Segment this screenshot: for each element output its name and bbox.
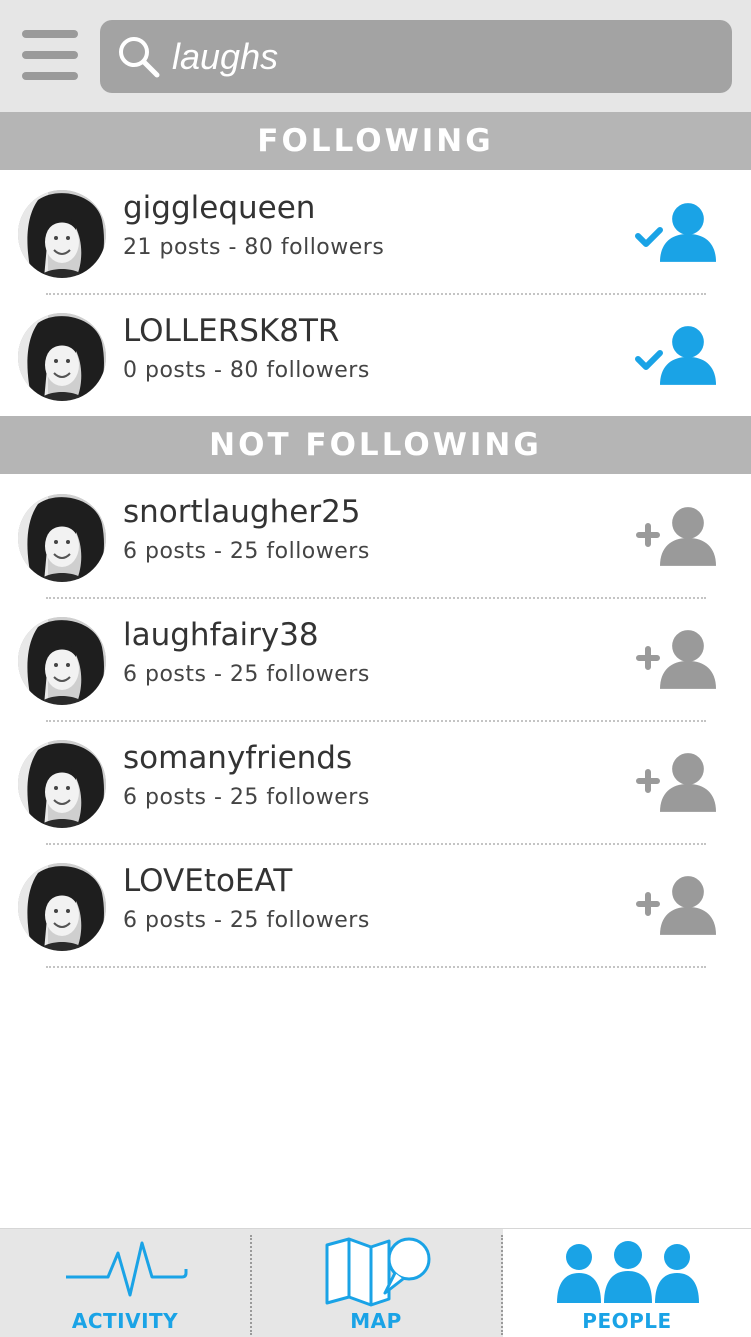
avatar [18, 494, 106, 582]
following-check-icon[interactable] [630, 319, 718, 393]
top-bar [0, 0, 751, 112]
user-stats: 6 posts - 25 followers [123, 785, 370, 810]
avatar [18, 740, 106, 828]
avatar [18, 313, 106, 401]
tab-map[interactable]: MAP [251, 1229, 501, 1337]
following-section-header: FOLLOWING [0, 112, 751, 170]
user-stats: 6 posts - 25 followers [123, 662, 370, 687]
tab-label: PEOPLE [582, 1309, 672, 1333]
bottom-tab-bar: ACTIVITY MAP PEOPLE [0, 1228, 751, 1337]
activity-pulse-icon [66, 1241, 188, 1297]
tab-activity[interactable]: ACTIVITY [0, 1229, 250, 1337]
user-row[interactable]: LOLLERSK8TR 0 posts - 80 followers [0, 293, 751, 416]
not-following-section-header: NOT FOLLOWING [0, 416, 751, 474]
user-row[interactable]: somanyfriends 6 posts - 25 followers [0, 720, 751, 843]
user-row[interactable]: gigglequeen 21 posts - 80 followers [0, 170, 751, 293]
username[interactable]: LOVEtoEAT [123, 863, 292, 899]
user-row[interactable]: LOVEtoEAT 6 posts - 25 followers [0, 843, 751, 966]
map-chat-icon [325, 1237, 431, 1307]
username[interactable]: gigglequeen [123, 190, 315, 226]
search-icon [119, 37, 160, 78]
search-box[interactable] [100, 20, 732, 93]
tab-label: MAP [350, 1309, 402, 1333]
people-group-icon [557, 1241, 699, 1303]
tab-people[interactable]: PEOPLE [503, 1229, 751, 1337]
avatar [18, 190, 106, 278]
user-stats: 6 posts - 25 followers [123, 908, 370, 933]
username[interactable]: snortlaugher25 [123, 494, 361, 530]
user-stats: 6 posts - 25 followers [123, 539, 370, 564]
search-input[interactable] [172, 30, 712, 84]
add-user-icon[interactable] [630, 746, 718, 820]
hamburger-menu-icon[interactable] [22, 30, 78, 82]
user-row[interactable]: snortlaugher25 6 posts - 25 followers [0, 474, 751, 597]
avatar [18, 863, 106, 951]
following-check-icon[interactable] [630, 196, 718, 270]
avatar [18, 617, 106, 705]
add-user-icon[interactable] [630, 623, 718, 697]
user-row[interactable]: laughfairy38 6 posts - 25 followers [0, 597, 751, 720]
username[interactable]: LOLLERSK8TR [123, 313, 339, 349]
tab-label: ACTIVITY [71, 1309, 179, 1333]
row-divider [46, 966, 706, 968]
username[interactable]: laughfairy38 [123, 617, 319, 653]
add-user-icon[interactable] [630, 869, 718, 943]
username[interactable]: somanyfriends [123, 740, 352, 776]
user-stats: 21 posts - 80 followers [123, 235, 385, 260]
add-user-icon[interactable] [630, 500, 718, 574]
user-stats: 0 posts - 80 followers [123, 358, 370, 383]
